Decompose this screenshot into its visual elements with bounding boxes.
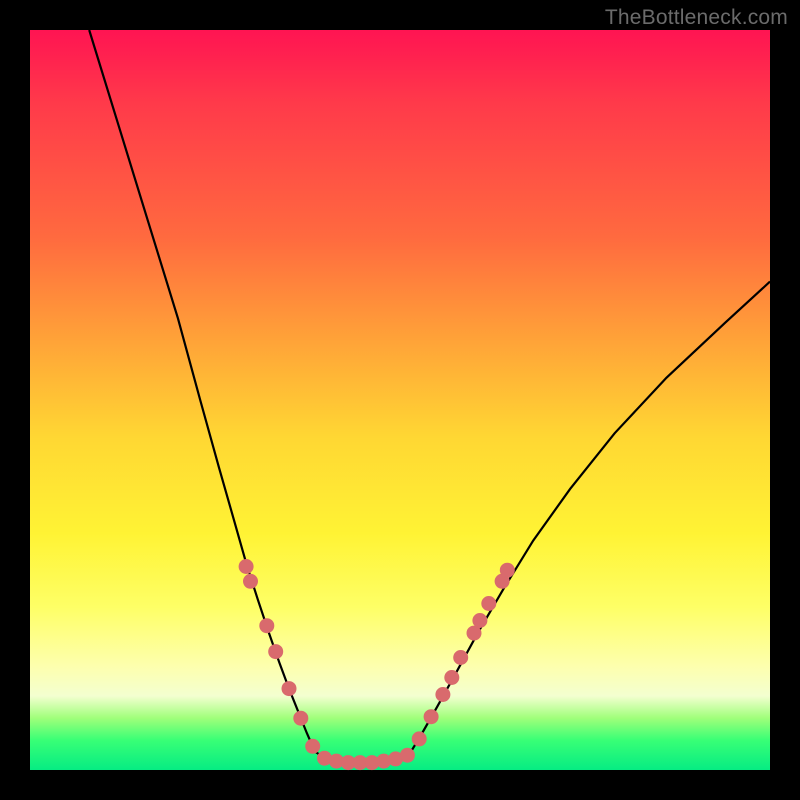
curve-marker (436, 688, 450, 702)
bottleneck-curve (30, 30, 770, 770)
curve-marker (500, 563, 514, 577)
chart-frame: TheBottleneck.com (0, 0, 800, 800)
curve-marker (244, 574, 258, 588)
curve-marker (400, 748, 414, 762)
curve-marker (424, 710, 438, 724)
curve-marker (282, 682, 296, 696)
curve-marker (445, 671, 459, 685)
watermark-text: TheBottleneck.com (605, 6, 788, 30)
curve-marker (239, 560, 253, 574)
curve-marker (454, 651, 468, 665)
curve-marker (473, 614, 487, 628)
curve-marker (467, 626, 481, 640)
curve-marker (306, 739, 320, 753)
curve-marker (269, 645, 283, 659)
curve-marker (294, 711, 308, 725)
curve-path (89, 30, 770, 763)
curve-marker (260, 619, 274, 633)
curve-marker (412, 732, 426, 746)
plot-area (30, 30, 770, 770)
curve-marker (482, 597, 496, 611)
